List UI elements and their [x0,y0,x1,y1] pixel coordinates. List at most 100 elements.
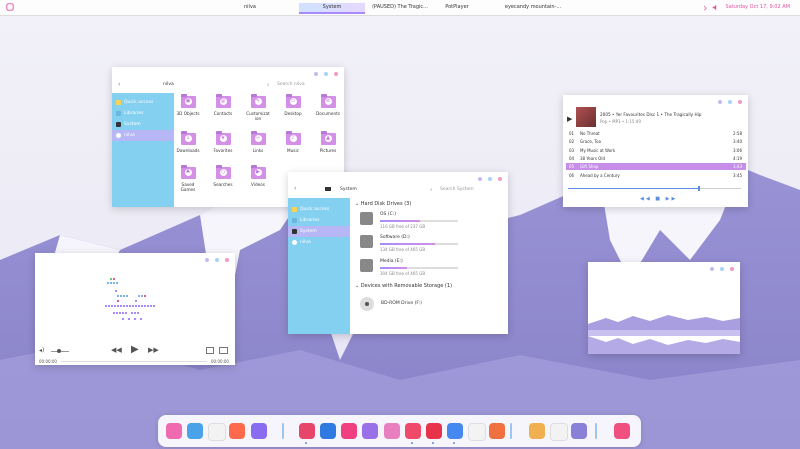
folder-item[interactable]: ✎ Customizat ion [245,94,271,121]
track-row[interactable]: 04 38 Years Old 4:19 [566,155,746,162]
track-title: Ahead by a Century [580,172,620,178]
folder-item[interactable]: ≡ Documents [315,94,341,116]
calendar-app-icon[interactable] [529,423,545,439]
playback-controls[interactable]: ◀◀ ■ ▶▶ [640,196,677,202]
track-number: 02 [569,139,575,145]
music-app-icon[interactable] [489,423,505,439]
files-app-icon[interactable] [187,423,203,439]
maximize-button[interactable] [215,258,219,262]
forward-button[interactable]: ▶▶ [148,346,159,354]
sidebar-item-system[interactable]: System [288,226,350,237]
settings-app-icon[interactable] [571,423,587,439]
back-arrow-icon[interactable]: ‹ [118,81,120,88]
play-button[interactable]: ▶ [131,344,139,355]
maximize-button[interactable] [728,100,732,104]
sidebar-item-libraries[interactable]: Libraries [112,108,174,119]
chrome-app-icon[interactable] [208,423,226,441]
folder-item[interactable]: ▭ Desktop [280,94,306,116]
close-button[interactable] [738,100,742,104]
video-player-app-icon[interactable] [447,423,463,439]
folder-item[interactable]: ▣ 3D Objects [175,94,201,116]
playlist-icon[interactable] [219,347,228,354]
folder-item[interactable]: ▲ Pictures [315,131,341,153]
folder-item[interactable]: ★ Favorites [210,131,236,153]
removable-section-header[interactable]: ⌄ Devices with Removable Storage (1) [355,283,452,289]
task-eyecandy[interactable]: eyecandy mountain-... [497,3,569,12]
folder-item[interactable]: @ Contacts [210,94,236,116]
track-duration: 3:06 [733,147,742,153]
folder-label: Customizat ion [246,111,270,121]
chevron-tray-icon[interactable] [702,4,709,11]
user-icon [292,240,297,245]
track-row[interactable]: 03 My Music at Work 3:06 [566,147,746,154]
search-input[interactable]: Search nilva [277,82,305,87]
hdd-section-header[interactable]: ⌄ Hard Disk Drives (3) [355,201,411,207]
track-row[interactable]: 01 No Threat 2:58 [566,130,746,137]
feather-app-icon[interactable] [362,423,378,439]
bd-rom-label[interactable]: BD-ROM Drive (F:) [381,301,422,306]
folder-item[interactable]: ↓ Downloads [175,131,201,153]
share-icon[interactable] [206,347,214,354]
loader-app-icon[interactable] [550,423,568,441]
seek-bar[interactable] [61,361,207,362]
search-input[interactable]: Search System [440,187,474,192]
steam-app-icon[interactable] [405,423,421,439]
rewind-button[interactable]: ◀◀ [111,346,122,354]
netflix-app-icon[interactable] [426,423,442,439]
minimize-button[interactable] [710,267,714,271]
bd-rom-icon[interactable] [360,297,374,311]
window-controls [710,267,734,271]
sidebar-item-nilva[interactable]: nilva [288,237,350,248]
volume-slider[interactable] [51,349,69,353]
audio-app-icon[interactable] [468,423,486,441]
task-system[interactable]: System [299,3,365,14]
address-bar[interactable]: nilva [163,82,174,87]
track-row[interactable]: 02 Grace, Too 3:40 [566,138,746,145]
minimize-button[interactable] [478,177,482,181]
drive-free-space: 116 GB free of 237 GB [380,224,426,229]
maximize-button[interactable] [488,177,492,181]
sidebar-item-libraries[interactable]: Libraries [288,215,350,226]
minimize-button[interactable] [718,100,722,104]
address-bar[interactable]: System [340,187,357,192]
volume-icon[interactable]: ◂) [39,347,44,354]
track-row[interactable]: 06 Ahead by a Century 3:45 [566,172,746,179]
task-potplayer[interactable]: PotPlayer [437,3,477,12]
close-button[interactable] [498,177,502,181]
play-icon[interactable]: ▶ [567,115,572,123]
folder-item[interactable]: ♪ Music [280,131,306,153]
track-duration: 3:45 [733,172,742,178]
task-music[interactable]: (PAUSED) The Tragic... [370,3,430,12]
start-logo-icon[interactable] [6,3,14,11]
maximize-button[interactable] [324,72,328,76]
sidebar-item-quick-access[interactable]: Quick access [288,204,350,215]
discord-app-icon[interactable] [251,423,267,439]
maximize-button[interactable] [720,267,724,271]
sidebar-item-system[interactable]: System [112,119,174,130]
minimize-button[interactable] [314,72,318,76]
folder-item[interactable]: ▶ Videos [245,165,271,187]
close-button[interactable] [334,72,338,76]
photoshop-app-icon[interactable] [320,423,336,439]
screenshot-app-icon[interactable] [299,423,315,439]
firefox-app-icon[interactable] [229,423,245,439]
palette-app-icon[interactable] [384,423,400,439]
volume-icon[interactable] [712,4,719,11]
folder-item[interactable]: ○ Searches [210,165,236,187]
trash-app-icon[interactable] [614,423,630,439]
editor-app-icon[interactable] [341,423,357,439]
task-explorer[interactable]: nilva [228,3,272,12]
seek-bar[interactable] [568,186,741,191]
monitor-app-icon[interactable] [166,423,182,439]
folder-item[interactable]: ♣ Saved Games [175,165,201,192]
track-row[interactable]: 05 Gift Shop 3:43 [566,163,746,171]
close-button[interactable] [730,267,734,271]
back-arrow-icon[interactable]: ‹ [294,185,296,192]
minimize-button[interactable] [205,258,209,262]
sidebar-item-quick-access[interactable]: Quick access [112,97,174,108]
folder-label: Pictures [319,148,337,153]
sidebar-item-nilva[interactable]: nilva [112,130,174,141]
clock[interactable]: Saturday Oct 17, 9:02 AM [726,3,790,12]
folder-item[interactable]: ∞ Links [245,131,271,153]
close-button[interactable] [225,258,229,262]
